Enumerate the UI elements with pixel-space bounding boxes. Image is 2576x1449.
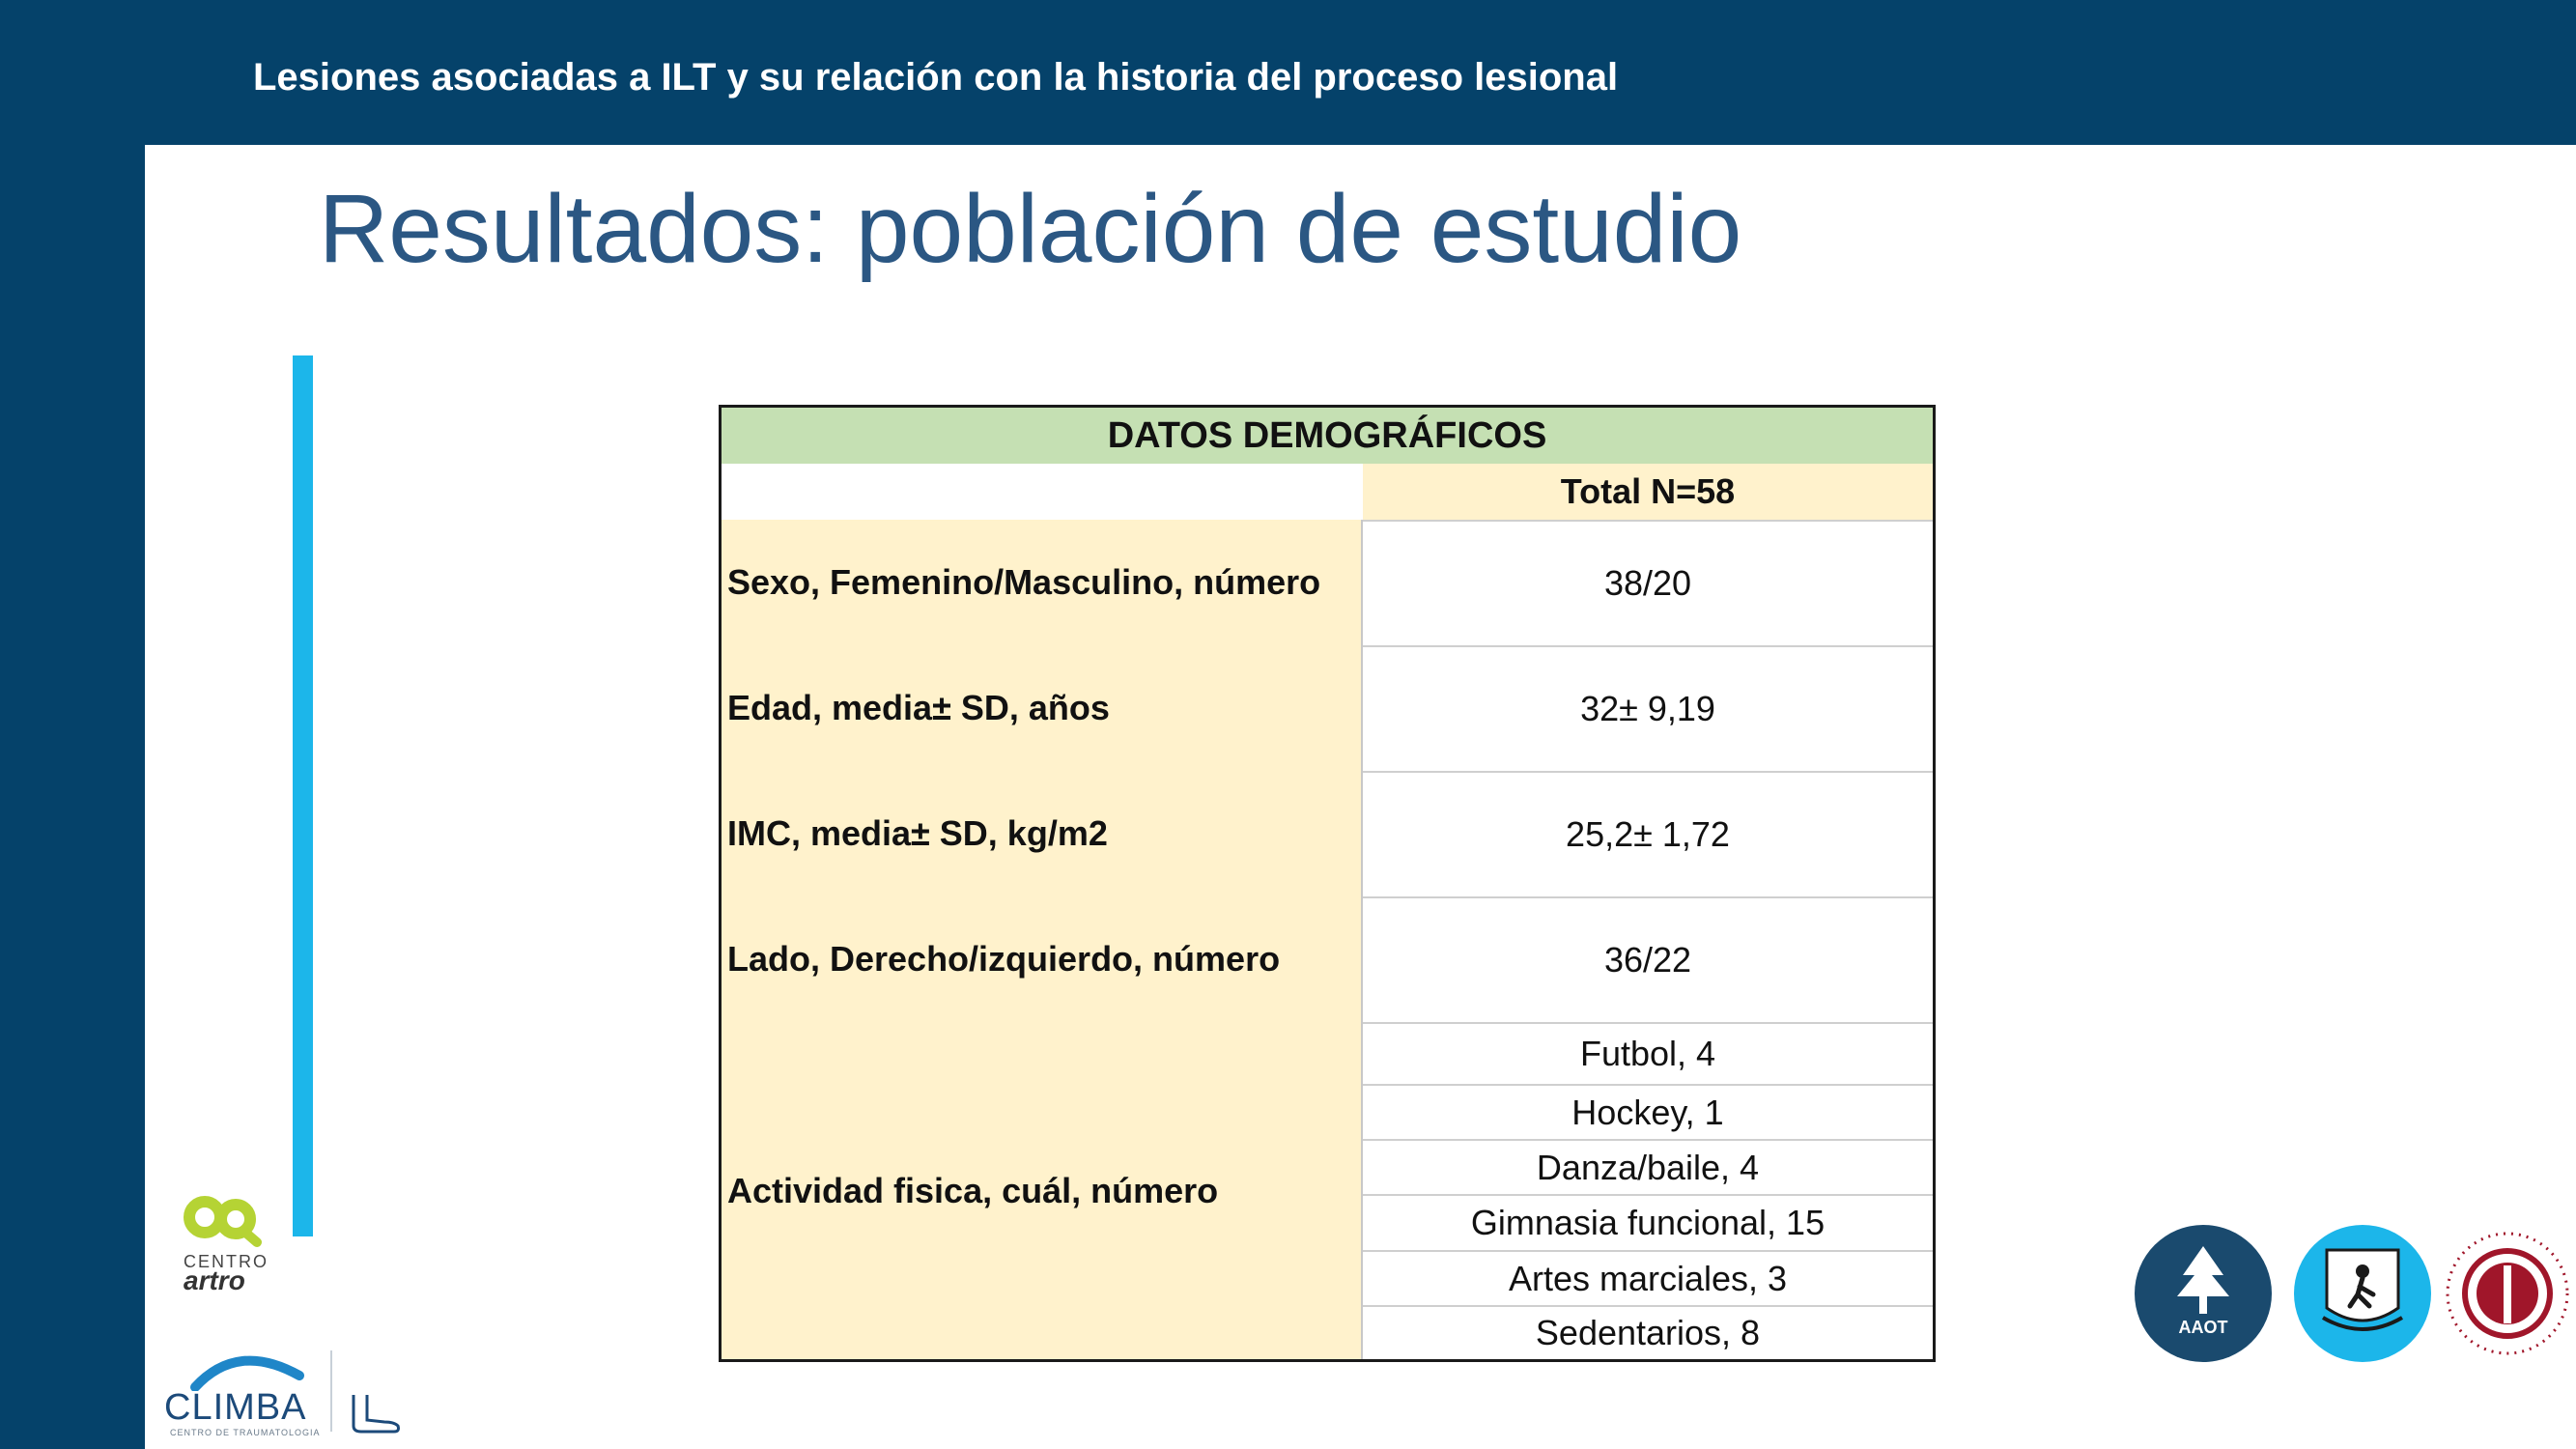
- shield-icon: [2321, 1248, 2404, 1331]
- row-label-sex: Sexo, Femenino/Masculino, número: [727, 562, 1321, 602]
- climba-logo-text: CLIMBA: [164, 1387, 307, 1428]
- activity-value-hockey: Hockey, 1: [1363, 1084, 1933, 1139]
- centro-artro-wordmark: artro: [184, 1265, 245, 1295]
- row-label-bmi: IMC, media± SD, kg/m2: [727, 813, 1108, 853]
- activity-value-danza: Danza/baile, 4: [1363, 1139, 1933, 1194]
- row-value-side: 36/22: [1363, 896, 1933, 1022]
- demographics-table: DATOS DEMOGRÁFICOS Total N=58 Sexo, Feme…: [719, 405, 1936, 1362]
- slide-header: Lesiones asociadas a ILT y su relación c…: [253, 56, 1619, 99]
- row-label-side: Lado, Derecho/izquierdo, número: [727, 939, 1281, 979]
- climba-arc-icon: [190, 1355, 304, 1391]
- slide-title: Resultados: población de estudio: [319, 175, 1742, 283]
- row-label-age: Edad, media± SD, años: [727, 688, 1110, 727]
- activity-value-gimnasia: Gimnasia funcional, 15: [1363, 1194, 1933, 1250]
- activity-value-artes: Artes marciales, 3: [1363, 1250, 1933, 1305]
- table-corner-cell: [722, 464, 1363, 520]
- medicina-logo: [2294, 1225, 2431, 1362]
- aaot-label: AAOT: [2178, 1318, 2228, 1337]
- table-heading: DATOS DEMOGRÁFICOS: [722, 408, 1933, 464]
- climba-subtitle: CENTRO DE TRAUMATOLOGIA: [170, 1428, 321, 1437]
- foot-icon: [352, 1395, 400, 1434]
- logo-divider: [330, 1350, 332, 1432]
- tree-icon: [2177, 1246, 2229, 1314]
- activity-value-sedentarios: Sedentarios, 8: [1363, 1305, 1933, 1359]
- row-value-bmi: 25,2± 1,72: [1363, 771, 1933, 896]
- row-label-activity: Actividad fisica, cuál, número: [727, 1170, 1219, 1210]
- table-column-header: Total N=58: [1363, 464, 1933, 520]
- row-value-age: 32± 9,19: [1363, 645, 1933, 771]
- artroscopia-seal-icon: [2446, 1232, 2569, 1355]
- accent-bar: [293, 355, 313, 1236]
- left-banner: [0, 0, 145, 1449]
- aaot-logo: AAOT: [2135, 1225, 2272, 1362]
- activity-value-futbol: Futbol, 4: [1363, 1022, 1933, 1084]
- centro-artro-logo-icon: [184, 1196, 262, 1247]
- row-value-sex: 38/20: [1363, 520, 1933, 645]
